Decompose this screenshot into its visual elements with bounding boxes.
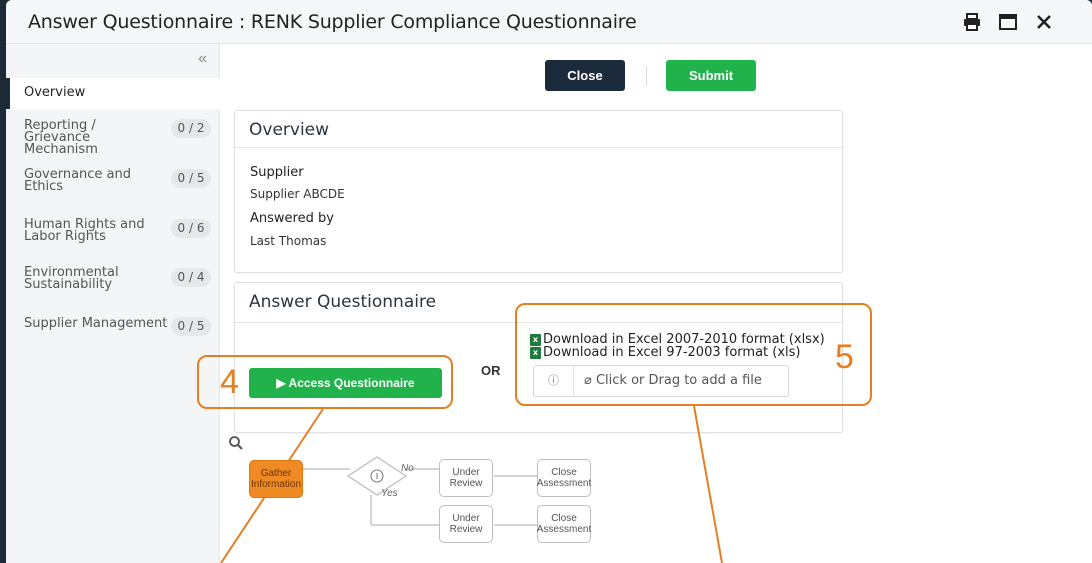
- overview-card: Overview Supplier Supplier ABCDE Answere…: [234, 110, 843, 273]
- sidebar-item-label: Reporting / Grievance Mechanism: [24, 118, 98, 157]
- decision-yes-label: Yes: [381, 488, 398, 499]
- collapse-sidebar-icon[interactable]: «: [198, 50, 207, 68]
- sidebar-item-supplier-management[interactable]: Supplier Management 0 / 5: [6, 316, 220, 338]
- sidebar: « Overview Reporting / Grievance Mechani…: [6, 44, 220, 563]
- answered-by-value: Last Thomas: [250, 234, 327, 248]
- progress-badge: 0 / 5: [171, 169, 211, 188]
- workflow-node-gather[interactable]: Gather Information: [249, 460, 303, 498]
- sidebar-item-human-rights[interactable]: Human Rights and Labor Rights 0 / 6: [6, 218, 220, 248]
- overview-title: Overview: [249, 120, 330, 140]
- callout-number-4: 4: [220, 363, 239, 401]
- sidebar-item-label: Overview: [24, 85, 86, 100]
- decision-no-label: No: [401, 463, 414, 474]
- workflow-node-review-2[interactable]: Under Review: [439, 505, 493, 543]
- title-bar: Answer Questionnaire : RENK Supplier Com…: [6, 0, 1092, 44]
- supplier-label: Supplier: [250, 165, 304, 180]
- questionnaire-window: Answer Questionnaire : RENK Supplier Com…: [6, 0, 1092, 563]
- progress-badge: 0 / 6: [171, 219, 211, 238]
- sidebar-item-overview[interactable]: Overview: [6, 78, 220, 109]
- window-title: Answer Questionnaire : RENK Supplier Com…: [28, 11, 637, 33]
- supplier-value: Supplier ABCDE: [250, 187, 345, 201]
- sidebar-item-label: Supplier Management: [24, 316, 168, 331]
- overview-card-header: Overview: [235, 111, 842, 148]
- sidebar-item-reporting[interactable]: Reporting / Grievance Mechanism 0 / 2: [6, 119, 220, 156]
- sidebar-item-governance[interactable]: Governance and Ethics 0 / 5: [6, 168, 220, 198]
- submit-button[interactable]: Submit: [666, 60, 756, 91]
- screen-frame: Answer Questionnaire : RENK Supplier Com…: [0, 0, 1092, 563]
- callout-number-5: 5: [835, 338, 854, 376]
- workflow-node-close-2[interactable]: Close Assessment: [537, 505, 591, 543]
- or-separator: OR: [481, 363, 501, 378]
- sidebar-item-label: Human Rights and Labor Rights: [24, 217, 145, 244]
- progress-badge: 0 / 4: [171, 268, 211, 287]
- progress-badge: 0 / 2: [171, 119, 211, 138]
- sidebar-item-label: Environmental Sustainability: [24, 265, 119, 292]
- callout-box-5: [515, 303, 872, 406]
- print-icon[interactable]: [962, 12, 982, 32]
- progress-badge: 0 / 5: [171, 317, 211, 336]
- close-button[interactable]: Close: [545, 60, 625, 91]
- toolbar-divider: [646, 66, 647, 86]
- maximize-icon[interactable]: [998, 12, 1018, 32]
- answer-card-title: Answer Questionnaire: [249, 292, 437, 312]
- answered-by-label: Answered by: [250, 211, 334, 226]
- close-icon[interactable]: [1034, 12, 1054, 32]
- workflow-node-review-1[interactable]: Under Review: [439, 459, 493, 497]
- sidebar-item-label: Governance and Ethics: [24, 167, 132, 194]
- window-controls: [962, 12, 1054, 32]
- sidebar-item-environmental[interactable]: Environmental Sustainability 0 / 4: [6, 266, 220, 296]
- zoom-icon[interactable]: [228, 435, 244, 456]
- workflow-node-close-1[interactable]: Close Assessment: [537, 459, 591, 497]
